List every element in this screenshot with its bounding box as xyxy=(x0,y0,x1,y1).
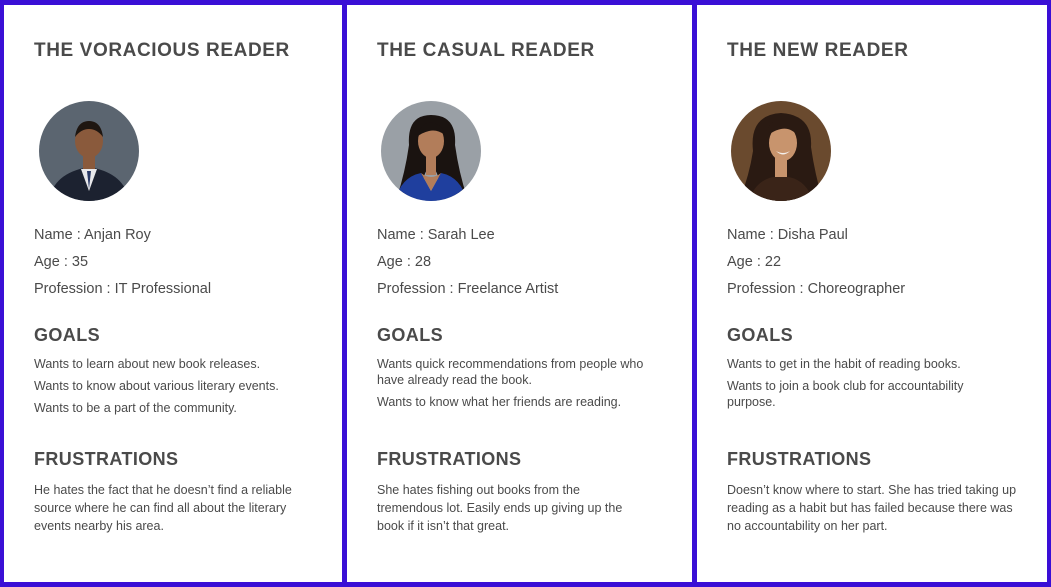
persona-title: THE VORACIOUS READER xyxy=(34,40,290,61)
smiling-woman-photo xyxy=(731,101,831,201)
avatar-photo-icon xyxy=(381,101,481,201)
persona-title: THE CASUAL READER xyxy=(377,40,595,61)
persona-info: Name : Sarah Lee Age : 28 Profession : F… xyxy=(377,222,558,303)
persona-name: Name : Sarah Lee xyxy=(377,227,495,243)
goal-item: Wants to know about various literary eve… xyxy=(34,379,279,393)
avatar-photo-icon xyxy=(39,101,139,201)
persona-card: THE CASUAL READER Name : Sarah Lee Age :… xyxy=(347,5,692,582)
persona-card: THE VORACIOUS READER Name : Anjan Roy Ag… xyxy=(4,5,342,582)
persona-info: Name : Anjan Roy Age : 35 Profession : I… xyxy=(34,222,211,303)
frustrations-text: He hates the fact that he doesn’t find a… xyxy=(34,483,292,533)
persona-info: Name : Disha Paul Age : 22 Profession : … xyxy=(727,222,905,303)
goal-item: Wants to get in the habit of reading boo… xyxy=(727,357,961,371)
goals-list: Wants to learn about new book releases. … xyxy=(34,356,334,422)
goal-item: Wants quick recommendations from people … xyxy=(377,357,644,387)
persona-name: Name : Anjan Roy xyxy=(34,227,151,243)
goals-heading: GOALS xyxy=(727,325,794,345)
goal-item: Wants to learn about new book releases. xyxy=(34,357,261,371)
persona-age: Age : 28 xyxy=(377,254,432,270)
man-in-suit-photo xyxy=(39,101,139,201)
avatar-photo-icon xyxy=(731,101,831,201)
goals-list: Wants to get in the habit of reading boo… xyxy=(727,356,1002,416)
persona-profession: Profession : Freelance Artist xyxy=(377,281,559,297)
woman-blue-top-photo xyxy=(381,101,481,201)
frustrations-heading: FRUSTRATIONS xyxy=(34,449,179,469)
persona-title: THE NEW READER xyxy=(727,40,909,61)
goals-heading: GOALS xyxy=(34,325,101,345)
frustrations-heading: FRUSTRATIONS xyxy=(727,449,872,469)
persona-profession: Profession : Choreographer xyxy=(727,281,906,297)
frustrations-text: Doesn’t know where to start. She has tri… xyxy=(727,483,1017,533)
persona-age: Age : 35 xyxy=(34,254,89,270)
persona-age: Age : 22 xyxy=(727,254,782,270)
persona-profession: Profession : IT Professional xyxy=(34,281,212,297)
goals-heading: GOALS xyxy=(377,325,444,345)
persona-card: THE NEW READER Name : Disha Paul Age : 2… xyxy=(697,5,1047,582)
goal-item: Wants to know what her friends are readi… xyxy=(377,395,622,409)
frustrations-heading: FRUSTRATIONS xyxy=(377,449,522,469)
goals-list: Wants quick recommendations from people … xyxy=(377,356,647,416)
persona-name: Name : Disha Paul xyxy=(727,227,848,243)
goal-item: Wants to join a book club for accountabi… xyxy=(727,379,964,409)
frustrations-text: She hates fishing out books from the tre… xyxy=(377,483,623,533)
persona-board: THE VORACIOUS READER Name : Anjan Roy Ag… xyxy=(0,0,1051,587)
goal-item: Wants to be a part of the community. xyxy=(34,401,237,415)
